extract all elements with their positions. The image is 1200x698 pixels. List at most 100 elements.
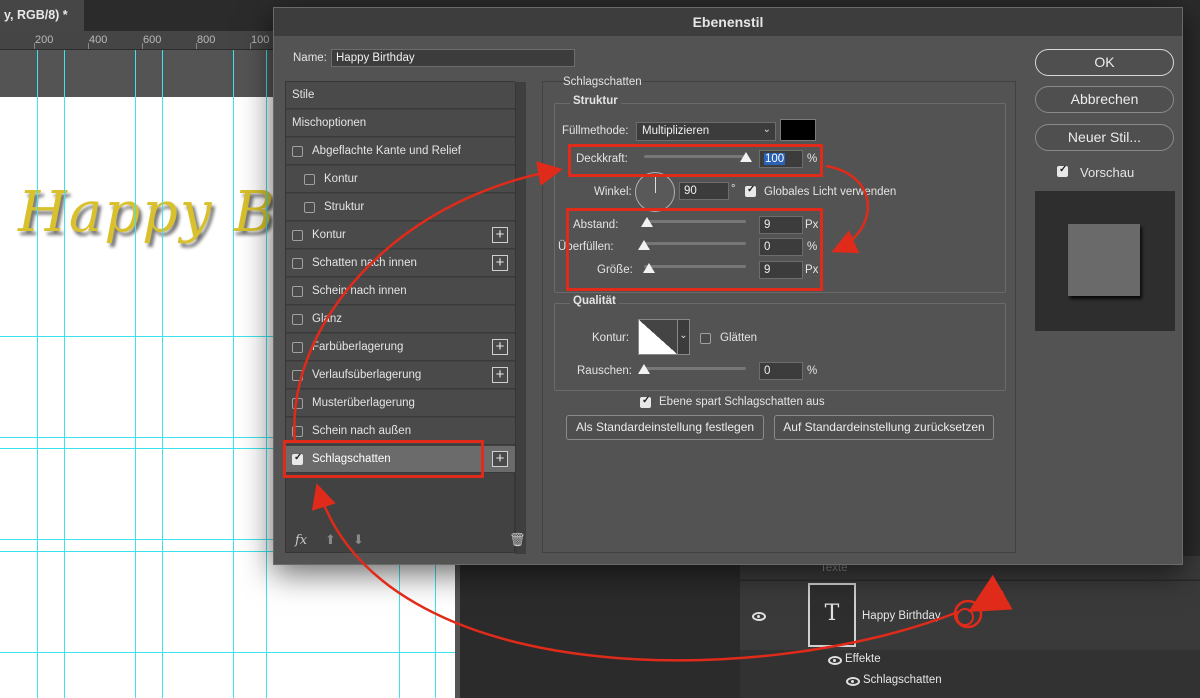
add-style-plus-icon[interactable]: + [492,451,508,467]
text-layer-thumbnail: T [808,583,856,647]
noise-input[interactable]: 0 [759,362,803,380]
style-item-checkbox[interactable] [292,258,303,269]
knockout-checkbox[interactable] [640,395,651,408]
antialias-checkbox[interactable] [700,333,711,344]
style-item-checkbox[interactable] [292,286,303,297]
add-style-plus-icon[interactable]: + [492,339,508,355]
move-up-icon[interactable]: ⬆ [325,532,336,548]
style-item-checkbox[interactable] [292,146,303,157]
shadow-color-swatch[interactable] [780,119,816,141]
style-item-label: Abgeflachte Kante und Relief [312,145,461,157]
canvas-text-happy-birthday: Happy Bi [18,180,297,245]
add-style-plus-icon[interactable]: + [492,255,508,271]
highlight-drop-shadow-item [283,440,484,478]
noise-label: Rauschen: [577,365,632,377]
style-item-label: Schein nach innen [312,285,407,297]
style-item-checkbox[interactable] [292,314,303,325]
add-style-plus-icon[interactable]: + [492,367,508,383]
style-item[interactable]: Kontur [286,166,515,193]
style-item[interactable]: Farbüberlagerung + [286,334,515,361]
style-item-label: Stile [292,89,315,101]
ruler-label: 800 [197,34,216,46]
angle-dial[interactable] [635,172,675,212]
antialias-label: Glätten [720,332,758,344]
blend-mode-value: Multiplizieren [642,125,710,137]
angle-label: Winkel: [594,186,632,198]
add-style-plus-icon[interactable]: + [492,227,508,243]
style-item[interactable]: Kontur + [286,222,515,249]
style-item[interactable]: Glanz [286,306,515,333]
effects-eye-icon[interactable] [828,656,842,665]
noise-slider-track[interactable] [644,367,746,370]
styles-scrollbar[interactable] [515,82,526,554]
style-item[interactable]: Mischoptionen [286,110,515,137]
blend-mode-select[interactable]: Multiplizieren ⌄ [636,122,776,141]
style-item-label: Schein nach außen [312,425,412,437]
style-item[interactable]: Musterüberlagerung [286,390,515,417]
trash-icon[interactable]: 🗑 [509,532,526,548]
name-label: Name: [293,52,327,64]
ok-button[interactable]: OK [1035,49,1174,76]
ruler-label: 600 [143,34,162,46]
ruler-label: 100 [251,34,270,46]
style-item-label: Musterüberlagerung [312,397,415,409]
style-item-checkbox[interactable] [292,342,303,353]
style-item-label: Farbüberlagerung [312,341,404,353]
contour-label: Kontur: [592,332,630,344]
layer-name[interactable]: Happy Birthday [862,610,941,622]
move-down-icon[interactable]: ⬇ [353,532,364,548]
preview-label: Vorschau [1080,165,1135,180]
style-item[interactable]: Stile [286,82,515,109]
global-light-checkbox[interactable] [745,184,756,197]
style-item[interactable]: Verlaufsüberlagerung + [286,362,515,389]
noise-slider-thumb[interactable] [638,364,650,374]
effect-eye-icon[interactable] [846,677,860,686]
angle-input[interactable]: 90 [679,182,729,200]
style-item-label: Mischoptionen [292,117,367,129]
style-item-checkbox[interactable] [292,230,303,241]
style-item[interactable]: Struktur [286,194,515,221]
guide-line [135,50,136,698]
contour-preview[interactable] [638,319,678,355]
style-item-checkbox[interactable] [292,426,303,437]
section-title: Schlagschatten [563,76,642,88]
style-item[interactable]: Abgeflachte Kante und Relief [286,138,515,165]
guide-line [266,50,267,698]
style-item-checkbox[interactable] [304,174,315,185]
ruler-label: 400 [89,34,108,46]
preview-checkbox[interactable] [1057,164,1068,177]
effects-label: Effekte [845,653,881,665]
blend-mode-label: Füllmethode: [562,125,629,137]
style-item-label: Schatten nach innen [312,257,417,269]
visibility-eye-icon[interactable] [752,612,766,621]
noise-unit: % [807,365,818,377]
guide-line [64,50,65,698]
guide-line [37,50,38,698]
styles-list: Stile Mischoptionen Abgeflachte Kante und … [285,81,526,554]
reset-default-button[interactable]: Auf Standardeinstellung zurücksetzen [774,415,994,440]
new-style-button[interactable]: Neuer Stil... [1035,124,1174,151]
style-item-label: Kontur [324,173,358,185]
ruler-label: 200 [35,34,54,46]
fx-icon[interactable]: fx [295,533,307,548]
global-light-label: Globales Licht verwenden [764,186,897,198]
name-field[interactable]: Happy Birthday [331,49,575,67]
chevron-down-icon[interactable]: ⌄ [678,319,690,355]
highlight-distance-spread-size [566,208,823,291]
cancel-button[interactable]: Abbrechen [1035,86,1174,113]
guide-line [162,50,163,698]
quality-title: Qualität [570,295,619,307]
style-item-label: Struktur [324,201,365,213]
style-item[interactable]: Schein nach innen [286,278,515,305]
style-item-checkbox[interactable] [304,202,315,213]
style-item-label: Kontur [312,229,346,241]
document-tab[interactable]: y, RGB/8) * [0,0,84,31]
style-preview [1035,191,1175,331]
style-item-checkbox[interactable] [292,370,303,381]
make-default-button[interactable]: Als Standardeinstellung festlegen [566,415,764,440]
style-item[interactable]: Schatten nach innen + [286,250,515,277]
guide-line [233,50,234,698]
style-item-checkbox[interactable] [292,398,303,409]
effect-item-drop-shadow[interactable]: Schlagschatten [863,674,942,686]
guide-line [0,652,455,653]
